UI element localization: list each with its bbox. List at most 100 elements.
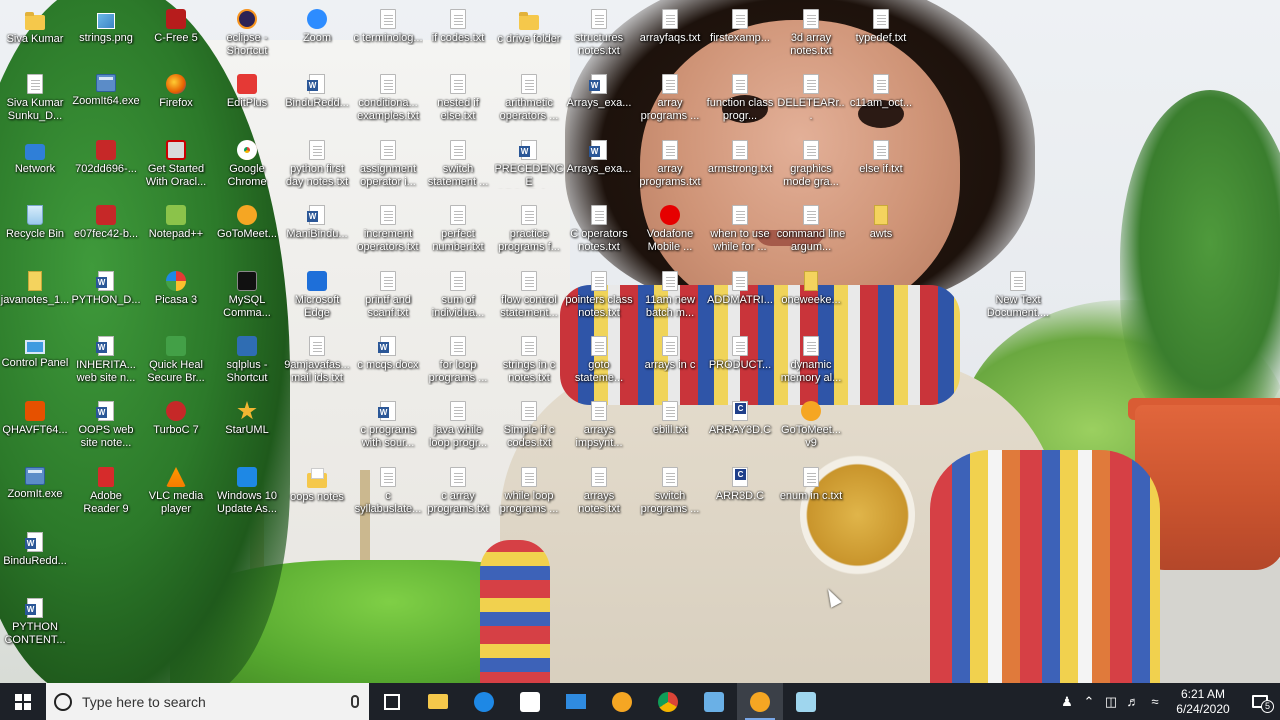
start-button[interactable] bbox=[0, 683, 46, 720]
desktop-icon[interactable]: eclipse - Shortcut bbox=[212, 1, 282, 65]
desktop-icon[interactable]: GoToMeet... v9 bbox=[776, 393, 846, 457]
desktop-icon[interactable]: Notepad++ bbox=[141, 197, 211, 261]
taskbar-snip-button[interactable] bbox=[783, 683, 829, 720]
desktop-icon[interactable]: Siva Kumar Sunku_D... bbox=[0, 66, 70, 130]
desktop-icon[interactable]: python first day notes.txt bbox=[282, 132, 352, 196]
desktop-icon[interactable]: Arrays_exa... bbox=[564, 66, 634, 130]
desktop-icon[interactable]: EditPlus bbox=[212, 66, 282, 130]
desktop-icon[interactable]: c drive folder bbox=[494, 1, 564, 65]
desktop-icon[interactable]: graphics mode gra... bbox=[776, 132, 846, 196]
desktop-icon[interactable]: Siva Kumar bbox=[0, 1, 70, 65]
desktop-icon[interactable]: DELETEARr... bbox=[776, 66, 846, 130]
desktop-icon[interactable]: ARRAY3D.C bbox=[705, 393, 775, 457]
desktop-icon[interactable]: Adobe Reader 9 bbox=[71, 459, 141, 523]
desktop-icon[interactable]: New Text Document.... bbox=[983, 263, 1053, 327]
desktop-icon[interactable]: arrays notes.txt bbox=[564, 459, 634, 523]
desktop-icon[interactable]: command line argum... bbox=[776, 197, 846, 261]
network-icon[interactable]: ◫ bbox=[1100, 683, 1122, 720]
desktop-icon[interactable]: Simple if c codes.txt bbox=[494, 393, 564, 457]
search-box[interactable]: Type here to search bbox=[46, 683, 369, 720]
desktop-icon[interactable]: arrays in c bbox=[635, 328, 705, 392]
desktop-icon[interactable]: PYTHON_D... bbox=[71, 263, 141, 327]
taskbar-control-panel-button[interactable] bbox=[691, 683, 737, 720]
desktop-icon[interactable]: ZoomIt64.exe bbox=[71, 66, 141, 130]
desktop-icon[interactable]: Quick Heal Secure Br... bbox=[141, 328, 211, 392]
desktop-icon[interactable]: ManiBindu... bbox=[282, 197, 352, 261]
desktop-icon[interactable]: switch programs ... bbox=[635, 459, 705, 523]
desktop-icon[interactable]: BinduRedd... bbox=[0, 524, 70, 588]
desktop-icon[interactable]: Vodafone Mobile ... bbox=[635, 197, 705, 261]
desktop-icon[interactable]: PRODUCT... bbox=[705, 328, 775, 392]
desktop-icon[interactable]: for loop programs ... bbox=[423, 328, 493, 392]
desktop-icon[interactable]: oops notes bbox=[282, 459, 352, 523]
desktop-icon[interactable]: OOPS web site note... bbox=[71, 393, 141, 457]
desktop-icon[interactable]: if codes.txt bbox=[423, 1, 493, 65]
desktop-icon[interactable]: typedef.txt bbox=[846, 1, 916, 65]
desktop-icon[interactable]: assignment operator i... bbox=[353, 132, 423, 196]
desktop-icon[interactable]: c programs with sour... bbox=[353, 393, 423, 457]
clock[interactable]: 6:21 AM 6/24/2020 bbox=[1166, 687, 1240, 717]
desktop-icon[interactable]: while loop programs ... bbox=[494, 459, 564, 523]
desktop-icon[interactable]: VLC media player bbox=[141, 459, 211, 523]
desktop-icon[interactable]: 702dd696-... bbox=[71, 132, 141, 196]
desktop-icon[interactable]: firstexamp... bbox=[705, 1, 775, 65]
desktop-icon[interactable]: PRECEDENCE GROUP.docx bbox=[494, 132, 564, 196]
desktop-icon[interactable]: awts bbox=[846, 197, 916, 261]
volume-icon[interactable]: ♬ bbox=[1122, 683, 1144, 720]
desktop-icon[interactable]: java while loop progr... bbox=[423, 393, 493, 457]
desktop-icon[interactable]: printf and scanf.txt bbox=[353, 263, 423, 327]
desktop-icon[interactable]: switch statement ... bbox=[423, 132, 493, 196]
desktop-icon[interactable]: INHERITA... web site n... bbox=[71, 328, 141, 392]
desktop-icon[interactable]: Firefox bbox=[141, 66, 211, 130]
taskbar-file-explorer-button[interactable] bbox=[415, 683, 461, 720]
desktop-icon[interactable]: 11am new batch m... bbox=[635, 263, 705, 327]
desktop-icon[interactable]: increment operators.txt bbox=[353, 197, 423, 261]
desktop-icon[interactable]: pointers class notes.txt bbox=[564, 263, 634, 327]
desktop-icon[interactable]: Control Panel bbox=[0, 328, 70, 392]
desktop-icon[interactable]: Get Started With Oracl... bbox=[141, 132, 211, 196]
desktop-icon[interactable]: c array programs.txt bbox=[423, 459, 493, 523]
desktop-icon[interactable]: e07fec42-b... bbox=[71, 197, 141, 261]
desktop-icon[interactable]: structures notes.txt bbox=[564, 1, 634, 65]
desktop-icon[interactable]: strings.png bbox=[71, 1, 141, 65]
taskbar-task-view-button[interactable] bbox=[369, 683, 415, 720]
desktop-icon[interactable]: Windows 10 Update As... bbox=[212, 459, 282, 523]
desktop-icon[interactable]: nested if else.txt bbox=[423, 66, 493, 130]
desktop-icon[interactable]: c mcqs.docx bbox=[353, 328, 423, 392]
desktop-icon[interactable]: when to use while for ... bbox=[705, 197, 775, 261]
desktop[interactable]: Siva Kumar Siva Kumar Sunku_D... Network Re… bbox=[0, 0, 1280, 683]
desktop-icon[interactable]: MySQL Comma... bbox=[212, 263, 282, 327]
action-center-button[interactable]: 5 bbox=[1240, 683, 1280, 720]
desktop-icon[interactable]: C operators notes.txt bbox=[564, 197, 634, 261]
wifi-icon[interactable]: ≈ bbox=[1144, 683, 1166, 720]
chevron-up-icon[interactable]: ⌃ bbox=[1078, 683, 1100, 720]
desktop-icon[interactable]: Network bbox=[0, 132, 70, 196]
desktop-icon[interactable]: GoToMeet... bbox=[212, 197, 282, 261]
taskbar-edge-button[interactable] bbox=[461, 683, 507, 720]
desktop-icon[interactable]: ebill.txt bbox=[635, 393, 705, 457]
desktop-icon[interactable]: oneweeke... bbox=[776, 263, 846, 327]
desktop-icon[interactable]: ARR3D.C bbox=[705, 459, 775, 523]
desktop-icon[interactable]: sum of individua... bbox=[423, 263, 493, 327]
taskbar-chrome-button[interactable] bbox=[645, 683, 691, 720]
desktop-icon[interactable]: Google Chrome bbox=[212, 132, 282, 196]
desktop-icon[interactable]: enum in c.txt bbox=[776, 459, 846, 523]
taskbar-gotomeeting-button[interactable] bbox=[599, 683, 645, 720]
desktop-icon[interactable]: arrays impsynt... bbox=[564, 393, 634, 457]
desktop-icon[interactable]: function class progr... bbox=[705, 66, 775, 130]
desktop-icon[interactable]: 9amjavafas... mail ids.txt bbox=[282, 328, 352, 392]
desktop-icon[interactable]: arithmetic operators ... bbox=[494, 66, 564, 130]
desktop-icon[interactable]: array programs ... bbox=[635, 66, 705, 130]
desktop-icon[interactable]: StarUML bbox=[212, 393, 282, 457]
desktop-icon[interactable]: BinduRedd... bbox=[282, 66, 352, 130]
desktop-icon[interactable]: conditiona... examples.txt bbox=[353, 66, 423, 130]
desktop-icon[interactable]: ZoomIt.exe bbox=[0, 459, 70, 523]
desktop-icon[interactable]: array programs.txt bbox=[635, 132, 705, 196]
taskbar-store-button[interactable] bbox=[507, 683, 553, 720]
desktop-icon[interactable]: javanotes_1... bbox=[0, 263, 70, 327]
taskbar-gotomeeting-running-button[interactable] bbox=[737, 683, 783, 720]
desktop-icon[interactable]: 3d array notes.txt bbox=[776, 1, 846, 65]
desktop-icon[interactable]: Recycle Bin bbox=[0, 197, 70, 261]
taskbar-mail-button[interactable] bbox=[553, 683, 599, 720]
desktop-icon[interactable]: goto stateme... bbox=[564, 328, 634, 392]
